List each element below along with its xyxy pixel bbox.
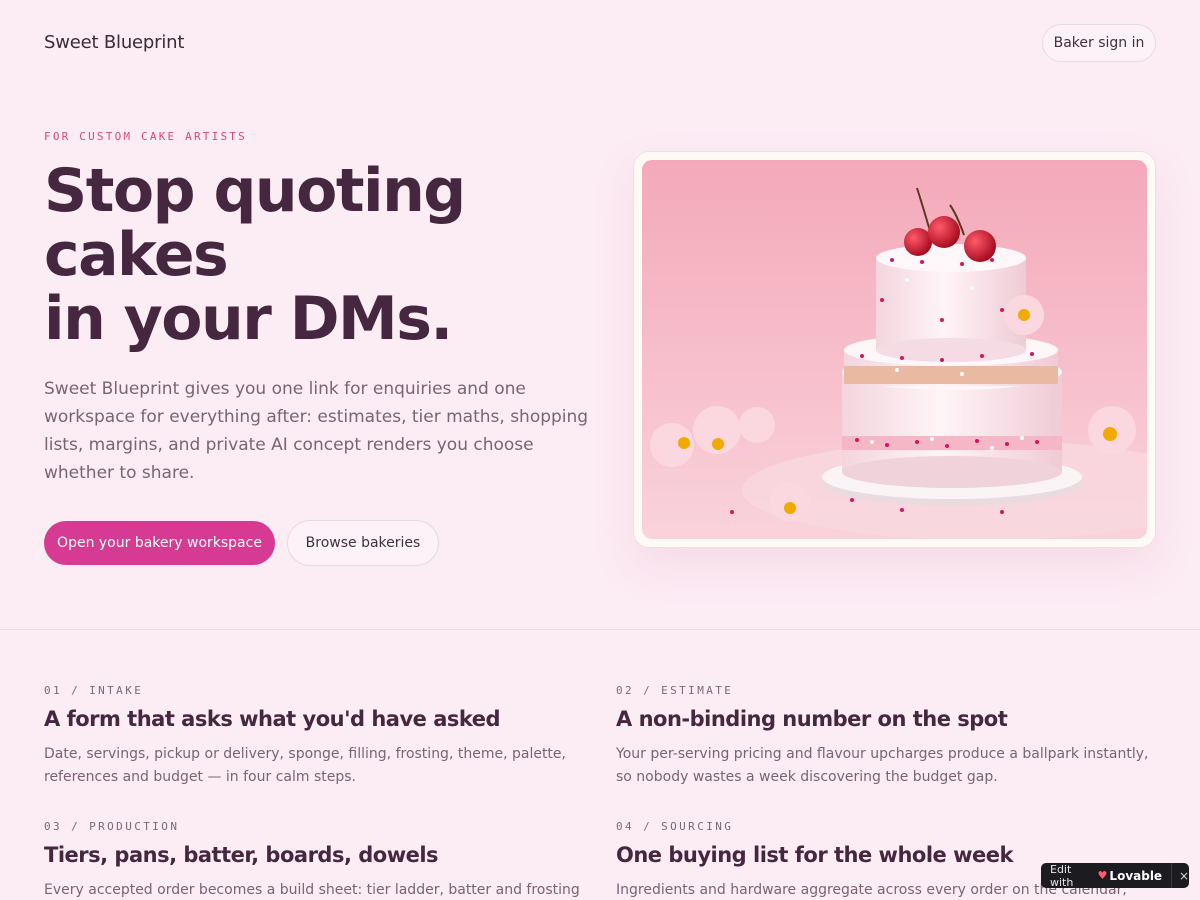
headline-line-3: in your DMs. xyxy=(44,284,453,354)
feature-title: A non-binding number on the spot xyxy=(616,707,1008,731)
baker-signin-button[interactable]: Baker sign in xyxy=(1042,24,1156,62)
lovable-badge[interactable]: Edit with ♥ Lovable × xyxy=(1041,862,1189,889)
feature-intake: 01 / INTAKE A form that asks what you'd … xyxy=(44,684,584,789)
top-nav: Sweet Blueprint Baker sign in xyxy=(0,0,1200,86)
feature-number: 04 / SOURCING xyxy=(616,820,734,833)
feature-description: Your per-serving pricing and flavour upc… xyxy=(616,746,1149,785)
close-icon[interactable]: × xyxy=(1179,869,1189,883)
open-workspace-button[interactable]: Open your bakery workspace xyxy=(44,521,275,565)
hero-lede: Sweet Blueprint gives you one link for e… xyxy=(44,379,589,483)
brand-logo[interactable]: Sweet Blueprint xyxy=(44,32,184,53)
hero-image-card xyxy=(633,151,1156,548)
feature-number: 01 / INTAKE xyxy=(44,684,144,697)
feature-title: A form that asks what you'd have asked xyxy=(44,707,501,731)
hero-cta-row: Open your bakery workspace Browse bakeri… xyxy=(44,520,594,566)
feature-description: Date, servings, pickup or delivery, spon… xyxy=(44,746,566,785)
hero-headline: Stop quoting cakes in your DMs. xyxy=(44,159,594,351)
headline-line-1: Stop quoting xyxy=(44,156,466,226)
feature-number: 02 / ESTIMATE xyxy=(616,684,734,697)
feature-estimate: 02 / ESTIMATE A non-binding number on th… xyxy=(616,684,1156,789)
feature-title: Tiers, pans, batter, boards, dowels xyxy=(44,843,439,867)
section-divider xyxy=(0,629,1200,630)
lovable-brand: Lovable xyxy=(1109,868,1163,883)
hero-section: FOR CUSTOM CAKE ARTISTS Stop quoting cak… xyxy=(44,130,594,566)
hero-eyebrow: FOR CUSTOM CAKE ARTISTS xyxy=(44,130,247,143)
badge-separator xyxy=(1171,863,1172,888)
feature-number: 03 / PRODUCTION xyxy=(44,820,180,833)
feature-description: Every accepted order becomes a build she… xyxy=(44,882,580,898)
cake-photo xyxy=(642,160,1147,539)
feature-production: 03 / PRODUCTION Tiers, pans, batter, boa… xyxy=(44,820,584,900)
edit-with-label: Edit with xyxy=(1050,862,1074,889)
headline-line-2: cakes xyxy=(44,220,229,290)
lovable-heart-icon: ♥ xyxy=(1097,869,1108,882)
browse-bakeries-button[interactable]: Browse bakeries xyxy=(287,520,439,566)
